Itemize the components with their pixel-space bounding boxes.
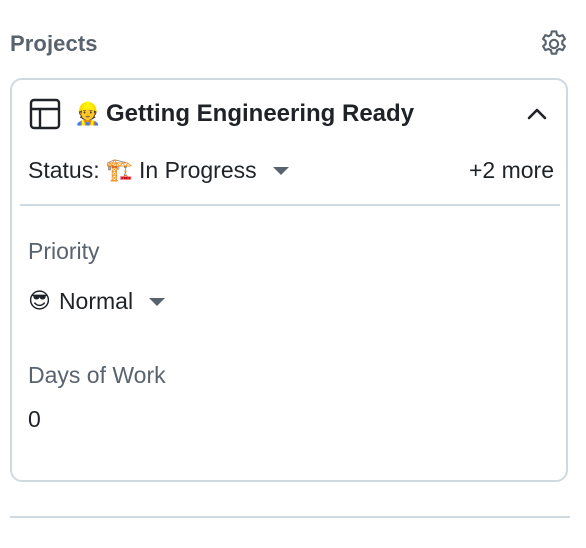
collapse-button[interactable] [520,97,554,131]
days-of-work-value[interactable]: 0 [28,406,228,433]
section-title: Projects [10,31,98,56]
status-label: Status: [28,156,100,183]
status-row: Status: 🏗️ In Progress +2 more [28,150,554,190]
table-icon [28,97,62,131]
priority-label: Priority [28,238,100,264]
more-fields-link[interactable]: +2 more [469,157,554,184]
card-divider [20,204,560,206]
project-title-row: 👷 Getting Engineering Ready [28,96,554,132]
project-settings-button[interactable] [536,26,572,62]
construction-emoji-icon: 🏗️ [105,157,134,182]
gear-icon [542,30,566,55]
worker-emoji-icon: 👷 [74,101,102,126]
sunglasses-emoji-icon: 😎 [28,288,51,313]
section-bottom-divider [10,516,570,518]
days-of-work-label: Days of Work [28,362,166,388]
projects-section-header: Projects [10,24,572,64]
caret-down-icon [272,167,289,175]
project-name-link[interactable]: Getting Engineering Ready [106,100,520,128]
project-card: 👷 Getting Engineering Ready Status: 🏗️ I… [10,78,568,482]
caret-down-icon [149,298,166,306]
status-value: In Progress [139,156,257,183]
priority-dropdown[interactable]: 😎 Normal [28,284,166,318]
priority-value: Normal [58,287,134,314]
chevron-up-icon [527,108,547,120]
status-dropdown[interactable]: Status: 🏗️ In Progress [28,157,289,184]
